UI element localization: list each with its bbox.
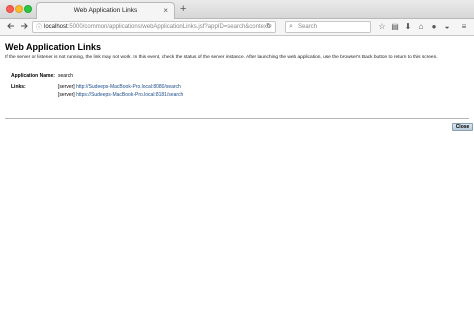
application-name-label: Application Name:	[11, 73, 55, 79]
search-placeholder: Search	[298, 24, 318, 30]
download-icon[interactable]: ⬇	[403, 22, 413, 32]
bookmark-star-icon[interactable]: ☆	[377, 22, 387, 32]
tab-close-icon[interactable]: ×	[163, 3, 168, 19]
forward-button[interactable]	[18, 21, 30, 33]
new-tab-button[interactable]: +	[180, 1, 186, 17]
tab-title: Web Application Links	[73, 7, 138, 14]
link-prefix: [server]	[58, 92, 75, 98]
window-close-button[interactable]	[6, 5, 14, 13]
search-input[interactable]: ⌕ Search	[285, 21, 371, 33]
window-maximize-button[interactable]	[24, 5, 32, 13]
divider	[5, 118, 469, 119]
links-label: Links:	[11, 84, 26, 90]
back-button[interactable]	[5, 21, 17, 33]
http-link[interactable]: http://Sudeeps-MacBook-Pro.local:8080/se…	[76, 84, 181, 90]
link-prefix: [server]	[58, 84, 75, 90]
page-title: Web Application Links	[5, 42, 102, 52]
home-icon[interactable]: ⌂	[416, 22, 426, 32]
link-item[interactable]: [server] https://Sudeeps-MacBook-Pro.loc…	[58, 92, 183, 98]
link-item[interactable]: [server] http://Sudeeps-MacBook-Pro.loca…	[58, 84, 181, 90]
reload-icon[interactable]: ↻	[266, 22, 272, 32]
reading-list-icon[interactable]: ▤	[390, 22, 400, 32]
url-bar[interactable]: ⓘ localhost:5000/common/applications/web…	[32, 21, 276, 33]
instructions-text: If the server or listener is not running…	[5, 55, 438, 60]
navigation-toolbar: ⓘ localhost:5000/common/applications/web…	[0, 19, 474, 36]
page-content: Web Application Links If the server or l…	[0, 37, 474, 323]
close-button[interactable]: Close	[452, 123, 473, 131]
search-icon: ⌕	[289, 23, 293, 30]
forward-arrow-icon	[21, 23, 28, 29]
window-minimize-button[interactable]	[15, 5, 23, 13]
window-titlebar: Web Application Links × +	[0, 0, 474, 19]
https-link[interactable]: https://Sudeeps-MacBook-Pro.local:8181/s…	[76, 92, 183, 98]
chat-icon[interactable]: ●	[429, 22, 439, 32]
pocket-icon[interactable]: ◒	[442, 22, 452, 32]
info-icon[interactable]: ⓘ	[36, 23, 42, 32]
menu-icon[interactable]: ≡	[459, 22, 469, 32]
back-arrow-icon	[7, 23, 14, 29]
browser-tab[interactable]: Web Application Links ×	[36, 2, 175, 19]
url-text: localhost:5000/common/applications/webAp…	[44, 24, 271, 30]
application-name-value: search	[58, 73, 74, 79]
